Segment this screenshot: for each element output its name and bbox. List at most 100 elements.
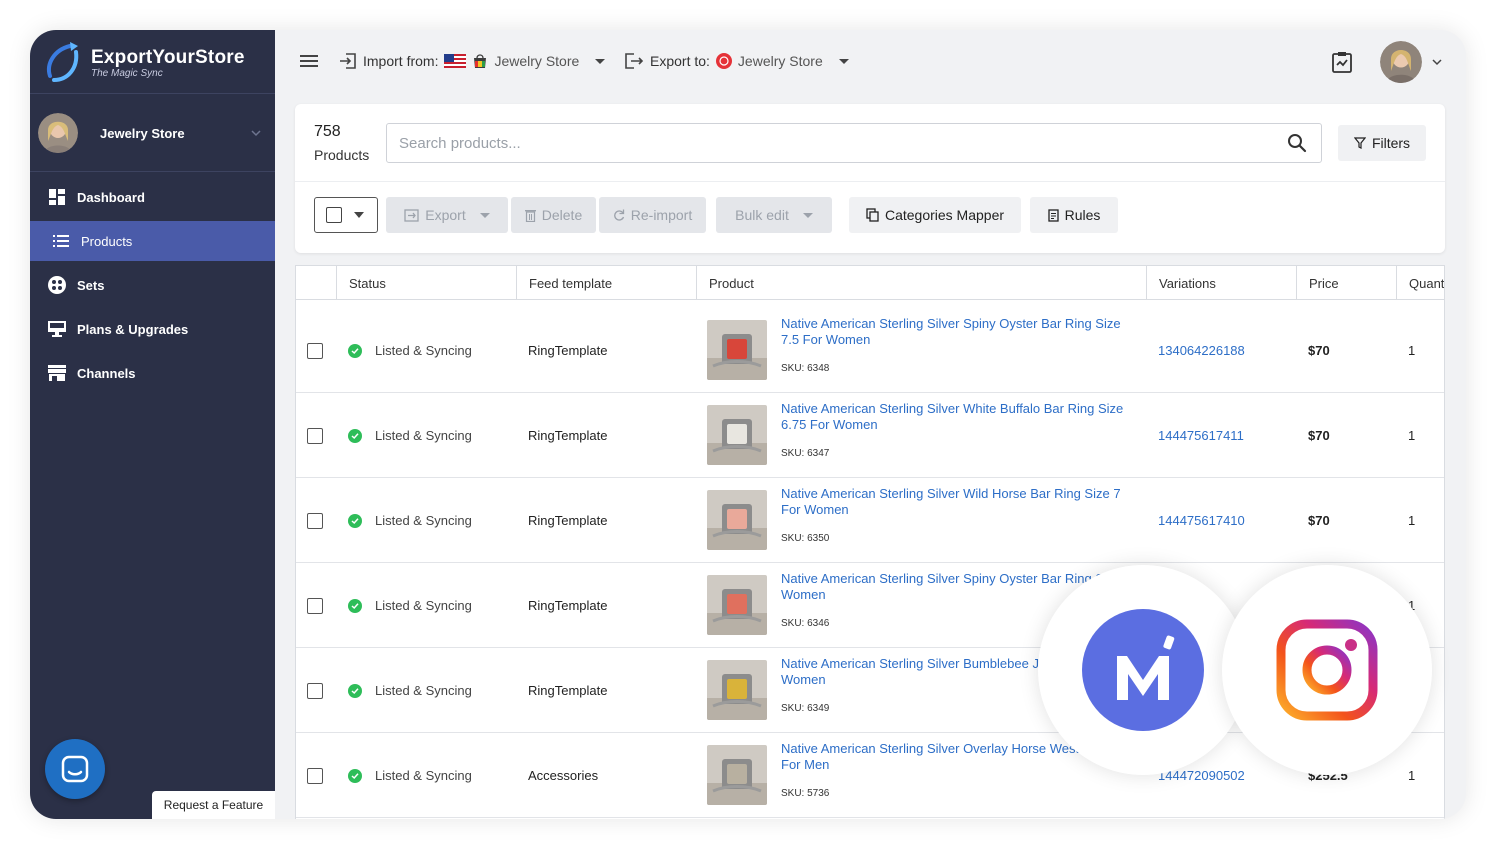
check-circle-icon: [348, 598, 362, 613]
product-sku: SKU: 6347: [781, 448, 830, 459]
sidebar-item-sets[interactable]: Sets: [30, 265, 275, 305]
store-switcher[interactable]: Jewelry Store: [30, 94, 275, 172]
sidebar-item-products[interactable]: Products: [30, 221, 275, 261]
topbar: Import from: Jewelry Store Export to: Je…: [275, 30, 1466, 94]
export-target-selector[interactable]: Export to: Jewelry Store: [624, 52, 849, 70]
variation-link[interactable]: 144475617411: [1158, 428, 1244, 443]
select-all-checkbox[interactable]: [326, 207, 342, 223]
sidebar-nav: Dashboard Products Sets Plans & Upgrades: [30, 177, 275, 397]
table-row[interactable]: Listed & Syncing RingTemplate Native Ame…: [296, 478, 1444, 563]
quantity-cell: 1: [1408, 768, 1416, 783]
header-price[interactable]: Price: [1296, 266, 1396, 300]
feed-template-cell: RingTemplate: [528, 683, 608, 698]
check-circle-icon: [348, 343, 362, 358]
header-status[interactable]: Status: [336, 266, 516, 300]
check-circle-icon: [348, 768, 362, 783]
header-label: Product: [709, 275, 754, 291]
header-feed-template[interactable]: Feed template: [516, 266, 696, 300]
product-title-link[interactable]: Native American Sterling Silver White Bu…: [781, 401, 1141, 433]
sidebar-item-label: Plans & Upgrades: [77, 321, 189, 337]
product-count: 758 Products: [314, 123, 369, 163]
product-thumbnail[interactable]: [707, 490, 767, 550]
product-thumbnail[interactable]: [707, 320, 767, 380]
header-quantity[interactable]: Quant: [1396, 266, 1444, 300]
header-product[interactable]: Product: [696, 266, 1146, 300]
row-checkbox[interactable]: [307, 768, 323, 784]
export-label: Export: [425, 207, 466, 223]
refresh-icon: [613, 209, 624, 221]
mirakl-badge: [1038, 565, 1248, 775]
check-circle-icon: [348, 428, 362, 443]
row-checkbox[interactable]: [307, 513, 323, 529]
store-icon: [48, 364, 66, 382]
header-label: Feed template: [529, 275, 613, 291]
bulk-edit-button[interactable]: Bulk edit: [716, 197, 832, 233]
product-title-link[interactable]: Native American Sterling Silver Wild Hor…: [781, 486, 1141, 518]
product-sku: SKU: 6350: [781, 533, 830, 544]
header-label: Status: [349, 275, 386, 291]
categories-mapper-button[interactable]: Categories Mapper: [849, 197, 1021, 233]
delete-button[interactable]: Delete: [511, 197, 596, 233]
product-count-label: Products: [314, 147, 370, 163]
table-row[interactable]: Listed & Syncing RingTemplate Native Ame…: [296, 308, 1444, 393]
sidebar-item-channels[interactable]: Channels: [30, 353, 275, 393]
search-input[interactable]: [399, 134, 1279, 152]
header-label: Price: [1309, 275, 1339, 291]
import-label: Import from:: [363, 53, 439, 69]
categories-mapper-label: Categories Mapper: [884, 207, 1005, 223]
select-all-dropdown[interactable]: [314, 197, 378, 233]
reimport-button[interactable]: Re-import: [599, 197, 706, 233]
quantity-cell: 1: [1408, 428, 1416, 443]
brand[interactable]: ExportYourStore The Magic Sync: [30, 30, 275, 94]
header-label: Variations: [1159, 275, 1216, 291]
chevron-down-icon[interactable]: [1432, 57, 1442, 67]
export-button[interactable]: Export: [386, 197, 508, 233]
store-name: Jewelry Store: [100, 126, 185, 141]
mirakl-logo-icon: [1082, 609, 1204, 731]
shopify-bag-icon: [474, 54, 487, 68]
dashboard-icon: [48, 188, 66, 206]
row-checkbox[interactable]: [307, 598, 323, 614]
table-row[interactable]: Listed & Syncing RingTemplate Native Ame…: [296, 393, 1444, 478]
check-circle-icon: [348, 683, 362, 698]
variation-link[interactable]: 144475617410: [1158, 513, 1245, 528]
check-circle-icon: [348, 513, 362, 528]
request-feature-button[interactable]: Request a Feature: [152, 791, 275, 819]
instagram-badge: [1222, 565, 1432, 775]
app-window: ExportYourStore The Magic Sync Jewelry S…: [30, 30, 1466, 819]
product-thumbnail[interactable]: [707, 575, 767, 635]
user-avatar[interactable]: [1380, 41, 1422, 83]
import-source-selector[interactable]: Import from: Jewelry Store: [339, 52, 606, 70]
chevron-down-icon: [251, 130, 261, 137]
clipboard-check-icon[interactable]: [1331, 51, 1353, 73]
sidebar-item-dashboard[interactable]: Dashboard: [30, 177, 275, 217]
product-thumbnail[interactable]: [707, 660, 767, 720]
chat-button[interactable]: [45, 739, 105, 799]
trash-icon: [524, 209, 536, 222]
header-select: [296, 266, 336, 300]
variation-link[interactable]: 134064226188: [1158, 343, 1245, 358]
import-icon: [340, 53, 356, 69]
caret-down-icon: [838, 58, 849, 64]
filters-button[interactable]: Filters: [1338, 125, 1426, 161]
status-text: Listed & Syncing: [375, 598, 472, 613]
row-checkbox[interactable]: [307, 683, 323, 699]
chat-icon: [61, 755, 89, 783]
hamburger-icon[interactable]: [300, 52, 318, 70]
header-variations[interactable]: Variations: [1146, 266, 1296, 300]
row-checkbox[interactable]: [307, 428, 323, 444]
bulk-edit-label: Bulk edit: [735, 207, 789, 223]
sidebar-item-plans[interactable]: Plans & Upgrades: [30, 309, 275, 349]
product-thumbnail[interactable]: [707, 405, 767, 465]
feed-template-cell: Accessories: [528, 768, 599, 783]
sidebar-item-label: Dashboard: [77, 189, 145, 205]
status-cell: Listed & Syncing: [348, 513, 472, 528]
search-icon[interactable]: [1287, 133, 1307, 153]
product-thumbnail[interactable]: [707, 745, 767, 805]
export-label: Export to:: [650, 53, 710, 69]
row-checkbox[interactable]: [307, 343, 323, 359]
export-store-name: Jewelry Store: [737, 53, 823, 69]
product-sku: SKU: 6349: [781, 703, 830, 714]
rules-button[interactable]: Rules: [1030, 197, 1118, 233]
product-title-link[interactable]: Native American Sterling Silver Spiny Oy…: [781, 316, 1141, 348]
